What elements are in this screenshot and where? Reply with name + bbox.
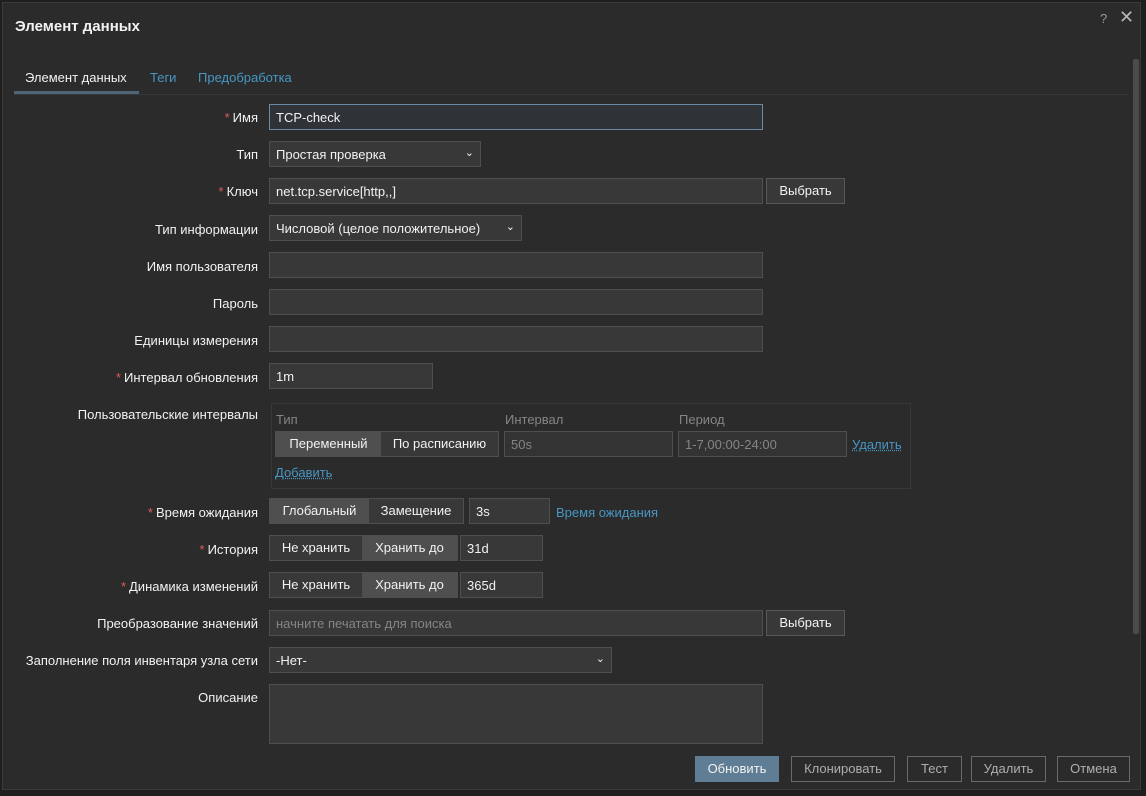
- key-label: * Ключ: [218, 184, 258, 199]
- valuemap-input[interactable]: начните печатать для поиска: [269, 610, 763, 636]
- ci-type-toggle: Переменный По расписанию: [275, 431, 499, 457]
- timeout-global-option[interactable]: Глобальный: [270, 499, 369, 523]
- timeout-override-option[interactable]: Замещение: [369, 499, 463, 523]
- chevron-down-icon: ⌄: [464, 147, 474, 159]
- trends-label: * Динамика изменений: [120, 579, 258, 594]
- chevron-down-icon: ⌄: [505, 221, 515, 233]
- timeout-input[interactable]: 3s: [469, 498, 550, 524]
- trends-toggle: Не хранить Хранить до: [269, 572, 458, 598]
- key-select-button[interactable]: Выбрать: [766, 178, 845, 204]
- units-label: Единицы измерения: [134, 333, 258, 348]
- type-select[interactable]: Простая проверка ⌄: [269, 141, 481, 167]
- active-tab-indicator: [14, 91, 139, 94]
- trends-no-option[interactable]: Не хранить: [270, 573, 362, 597]
- history-no-option[interactable]: Не хранить: [270, 536, 362, 560]
- trends-keep-option[interactable]: Хранить до: [362, 573, 457, 597]
- dialog-title: Элемент данных: [15, 18, 140, 35]
- name-label: * Имя: [224, 110, 258, 125]
- ci-add-link[interactable]: Добавить: [275, 465, 332, 480]
- tab-item[interactable]: Элемент данных: [25, 70, 127, 85]
- username-label: Имя пользователя: [146, 259, 258, 274]
- timeout-toggle: Глобальный Замещение: [269, 498, 464, 524]
- tab-bar: Элемент данных Теги Предобработка: [14, 67, 1129, 95]
- inventory-select[interactable]: -Нет- ⌄: [269, 647, 612, 673]
- trends-input[interactable]: 365d: [460, 572, 543, 598]
- valuemap-label: Преобразование значений: [97, 616, 258, 631]
- username-input[interactable]: [269, 252, 763, 278]
- ci-period-input[interactable]: 1-7,00:00-24:00: [678, 431, 847, 457]
- ci-col-interval: Интервал: [505, 412, 564, 427]
- history-input[interactable]: 31d: [460, 535, 543, 561]
- clone-button[interactable]: Клонировать: [791, 756, 895, 782]
- history-toggle: Не хранить Хранить до: [269, 535, 458, 561]
- history-label: * История: [199, 542, 258, 557]
- chevron-down-icon: ⌄: [595, 653, 605, 665]
- test-button[interactable]: Тест: [907, 756, 962, 782]
- ci-col-type: Тип: [276, 412, 298, 427]
- password-label: Пароль: [212, 296, 258, 311]
- ci-col-period: Период: [679, 412, 725, 427]
- help-icon[interactable]: ?: [1100, 11, 1107, 26]
- info-type-label: Тип информации: [154, 222, 258, 237]
- update-button[interactable]: Обновить: [695, 756, 779, 782]
- inventory-label: Заполнение поля инвентаря узла сети: [25, 653, 258, 668]
- name-input[interactable]: TCP-check: [269, 104, 763, 130]
- password-input[interactable]: [269, 289, 763, 315]
- ci-interval-input[interactable]: 50s: [504, 431, 673, 457]
- history-keep-option[interactable]: Хранить до: [362, 536, 457, 560]
- timeout-link[interactable]: Время ожидания: [556, 505, 658, 520]
- scrollbar[interactable]: [1133, 59, 1139, 634]
- tab-tags[interactable]: Теги: [150, 70, 176, 85]
- delete-button[interactable]: Удалить: [971, 756, 1046, 782]
- ci-flexible-option[interactable]: Переменный: [276, 432, 381, 456]
- interval-label: * Интервал обновления: [115, 370, 258, 385]
- key-input[interactable]: net.tcp.service[http,,]: [269, 178, 763, 204]
- info-type-select[interactable]: Числовой (целое положительное) ⌄: [269, 215, 522, 241]
- close-icon[interactable]: ✕: [1119, 7, 1134, 28]
- valuemap-select-button[interactable]: Выбрать: [766, 610, 845, 636]
- ci-remove-link[interactable]: Удалить: [852, 437, 902, 452]
- item-dialog: Элемент данных ? ✕ Элемент данных Теги П…: [2, 2, 1141, 790]
- timeout-label: * Время ожидания: [147, 505, 258, 520]
- ci-scheduling-option[interactable]: По расписанию: [381, 432, 498, 456]
- units-input[interactable]: [269, 326, 763, 352]
- cancel-button[interactable]: Отмена: [1057, 756, 1130, 782]
- description-textarea[interactable]: [269, 684, 763, 744]
- custom-intervals-label: Пользовательские интервалы: [77, 407, 258, 422]
- description-label: Описание: [198, 690, 258, 705]
- tab-preprocessing[interactable]: Предобработка: [198, 70, 292, 85]
- type-label: Тип: [236, 147, 258, 162]
- interval-input[interactable]: 1m: [269, 363, 433, 389]
